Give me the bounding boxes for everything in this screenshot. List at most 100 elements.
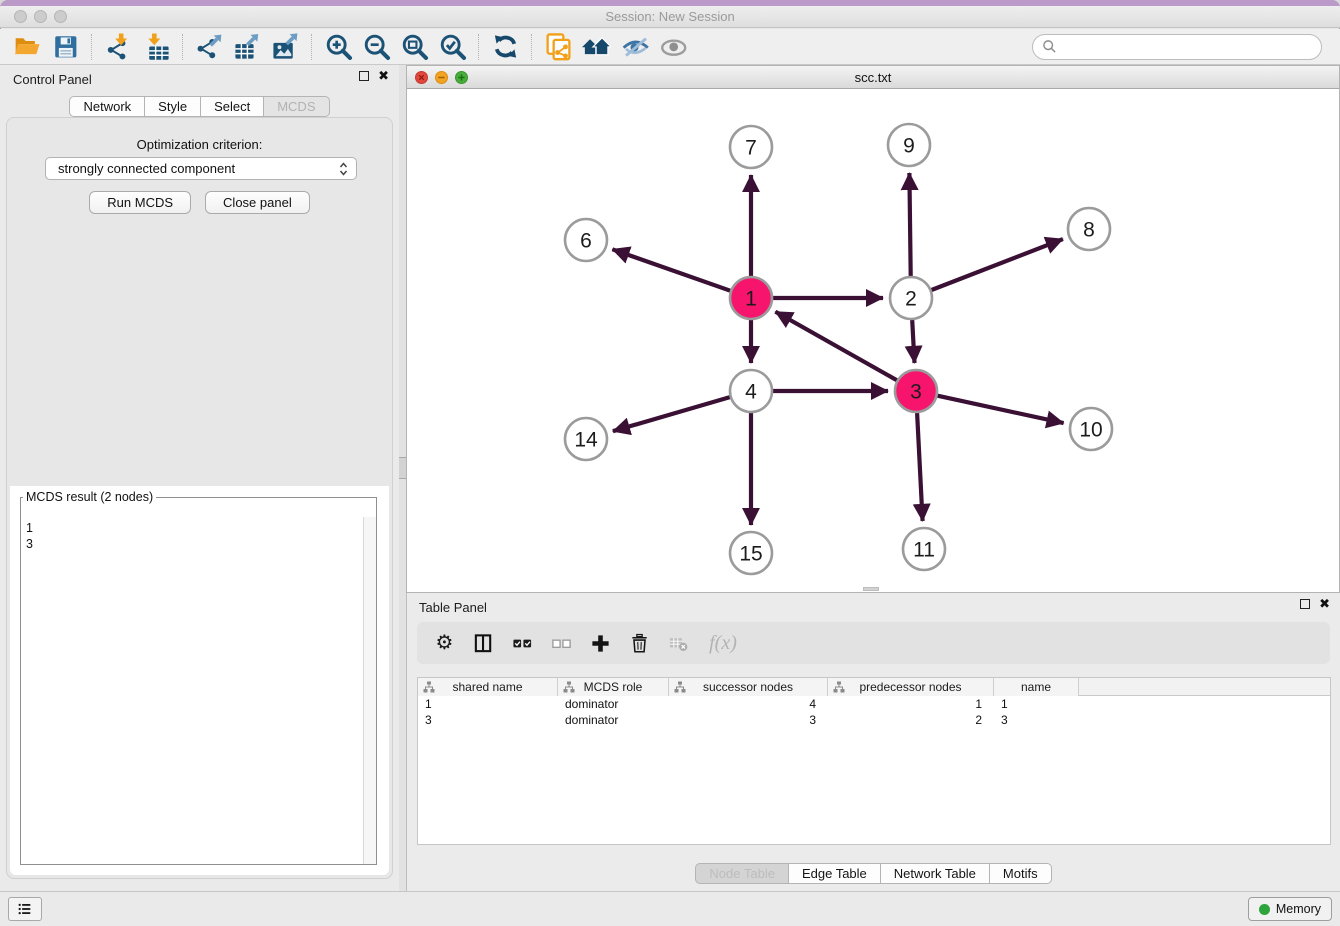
settings-button[interactable]: ⚙ [433,632,456,655]
memory-button[interactable]: Memory [1248,897,1332,921]
export-network-button[interactable] [190,31,228,63]
network-overview-icon [582,32,611,61]
graph-node-2[interactable]: 2 [890,277,932,319]
save-session-button[interactable] [46,31,84,63]
task-history-button[interactable] [8,897,42,921]
network-overview-button[interactable] [577,31,615,63]
deselect-all-icon [551,633,572,654]
graph-node-15[interactable]: 15 [730,532,772,574]
graph-node-9[interactable]: 9 [888,124,930,166]
search-box[interactable] [1032,34,1322,60]
cell-shared-name[interactable]: 3 [418,712,558,728]
column-header-shared-name[interactable]: shared name [418,678,558,696]
graph-edge-1-6[interactable] [612,249,730,290]
graph-edge-3-1[interactable] [775,312,896,381]
cell-predecessor-nodes[interactable]: 1 [828,696,994,712]
close-panel-icon[interactable]: ✖ [378,71,389,81]
graph-edge-4-14[interactable] [613,397,730,431]
column-header-predecessor-nodes[interactable]: predecessor nodes [828,678,994,696]
graph-node-10[interactable]: 10 [1070,408,1112,450]
tab-mcds[interactable]: MCDS [263,96,329,117]
graph-node-14[interactable]: 14 [565,418,607,460]
run-mcds-button[interactable]: Run MCDS [89,191,191,214]
graph-node-4[interactable]: 4 [730,370,772,412]
select-stepper-icon [339,162,348,176]
tab-network-table[interactable]: Network Table [880,863,990,884]
zoom-in-button[interactable] [319,31,357,63]
graph-edge-2-9[interactable] [909,173,910,276]
column-header-mcds-role[interactable]: MCDS role [558,678,669,696]
toolbar-separator [91,34,92,60]
cell-shared-name[interactable]: 1 [418,696,558,712]
delete-row-icon [629,633,650,654]
table-row[interactable]: 3dominator323 [418,712,1330,728]
insert-row-button[interactable] [589,632,612,655]
tab-network[interactable]: Network [69,96,145,117]
result-scrollbar[interactable] [363,517,376,864]
graph-node-7[interactable]: 7 [730,126,772,168]
tab-motifs[interactable]: Motifs [989,863,1052,884]
zoom-out-icon [362,32,391,61]
tab-select[interactable]: Select [200,96,264,117]
cell-name[interactable]: 1 [994,696,1079,712]
tab-style[interactable]: Style [144,96,201,117]
graph-edge-2-8[interactable] [932,239,1063,290]
import-network-button[interactable] [99,31,137,63]
zoom-selected-button[interactable] [433,31,471,63]
criterion-select[interactable]: strongly connected component [45,157,357,180]
delete-row-button[interactable] [628,632,651,655]
split-grab-handle[interactable] [863,587,879,591]
graph-node-3[interactable]: 3 [895,370,937,412]
cell-name[interactable]: 3 [994,712,1079,728]
deselect-all-button[interactable] [550,632,573,655]
toolbar-separator [311,34,312,60]
memory-status-icon [1259,904,1270,915]
table-tabs: Node TableEdge TableNetwork TableMotifs [407,863,1340,884]
cell-predecessor-nodes[interactable]: 2 [828,712,994,728]
search-input[interactable] [1063,38,1312,55]
cell-mcds-role[interactable]: dominator [558,712,669,728]
column-header-successor-nodes[interactable]: successor nodes [669,678,828,696]
table-row[interactable]: 1dominator411 [418,696,1330,712]
cell-successor-nodes[interactable]: 3 [669,712,828,728]
hide-selected-button[interactable] [615,31,653,63]
show-columns-button[interactable] [472,632,495,655]
float-panel-icon[interactable] [359,71,369,81]
graph-edge-3-10[interactable] [938,396,1064,423]
import-table-button[interactable] [137,31,175,63]
close-panel-button[interactable]: Close panel [205,191,310,214]
tab-node-table[interactable]: Node Table [695,863,789,884]
open-session-icon [13,32,42,61]
select-all-button[interactable] [511,632,534,655]
svg-text:7: 7 [745,137,757,160]
apply-layout-button[interactable] [486,31,524,63]
toolbar-separator [531,34,532,60]
cell-mcds-role[interactable]: dominator [558,696,669,712]
graph-node-1[interactable]: 1 [730,277,772,319]
open-session-button[interactable] [8,31,46,63]
panel-divider-grab[interactable] [399,457,406,479]
table-close-panel-icon[interactable]: ✖ [1319,599,1330,609]
show-all-button[interactable] [653,31,691,63]
export-image-button[interactable] [266,31,304,63]
tab-edge-table[interactable]: Edge Table [788,863,881,884]
mcds-result-list[interactable]: 13 [21,518,362,864]
import-table-icon [142,32,171,61]
graph-edge-2-3[interactable] [912,320,914,363]
graph-node-6[interactable]: 6 [565,219,607,261]
network-from-selection-button[interactable] [539,31,577,63]
graph-node-11[interactable]: 11 [903,528,945,570]
mcds-result-line: 3 [26,536,362,552]
cell-successor-nodes[interactable]: 4 [669,696,828,712]
zoom-fit-button[interactable] [395,31,433,63]
table-toolbar: ⚙f(x) [417,622,1330,664]
graph-edge-3-11[interactable] [917,413,923,521]
zoom-out-button[interactable] [357,31,395,63]
graph-node-8[interactable]: 8 [1068,208,1110,250]
panel-divider[interactable] [399,65,406,891]
network-canvas[interactable]: 7 9 6 8 1 2 4 3 14 10 15 11 [407,89,1339,592]
table-float-panel-icon[interactable] [1300,599,1310,609]
column-header-name[interactable]: name [994,678,1079,696]
export-table-button[interactable] [228,31,266,63]
svg-text:14: 14 [574,429,598,452]
